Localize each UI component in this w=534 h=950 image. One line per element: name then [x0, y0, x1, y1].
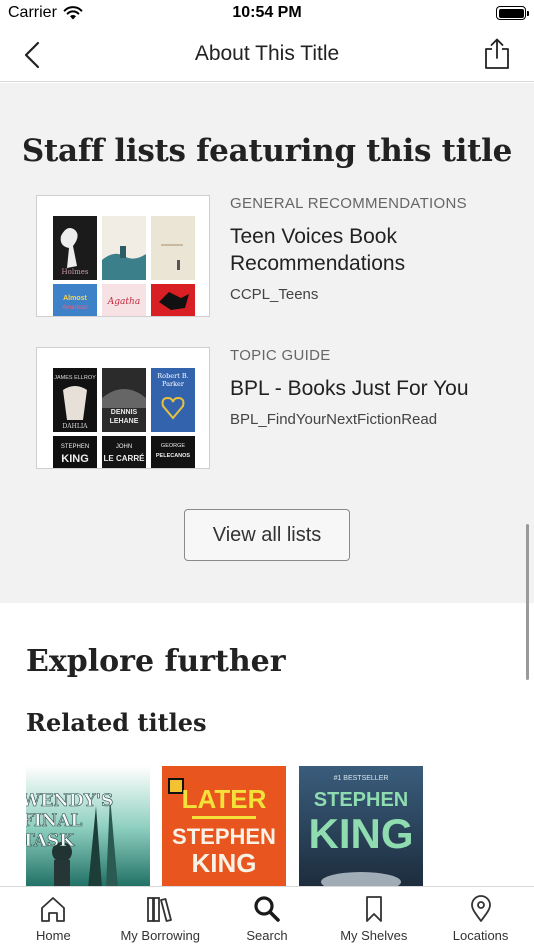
book-cover: Robert B. Parker	[151, 368, 195, 432]
svg-text:LATER: LATER	[182, 784, 267, 814]
tab-label: Locations	[452, 928, 509, 943]
book-cover: DENNIS LEHANE	[102, 368, 146, 432]
svg-text:American: American	[62, 305, 87, 311]
list-thumbnail-grid: Holmes Almost American Agatha	[36, 195, 210, 317]
home-icon	[41, 897, 66, 922]
svg-text:GWENDY'S: GWENDY'S	[26, 791, 113, 811]
book-cover: Holmes	[53, 216, 97, 280]
book-cover: Almost American	[53, 284, 97, 316]
book-cover	[151, 216, 195, 280]
related-title-cover[interactable]: LATER STEPHEN KING	[162, 766, 286, 888]
tab-my-shelves[interactable]: My Shelves	[320, 887, 427, 950]
navigation-bar: About This Title	[0, 28, 534, 82]
tab-label: Search	[246, 928, 288, 943]
svg-text:STEPHEN: STEPHEN	[314, 789, 408, 811]
svg-text:Almost: Almost	[63, 295, 87, 302]
svg-text:Robert B.: Robert B.	[157, 372, 188, 380]
svg-text:KING: KING	[61, 453, 89, 465]
staff-lists-heading: Staff lists featuring this title	[21, 133, 513, 169]
book-cover: GEORGE PELECANOS	[151, 436, 195, 468]
related-titles-heading: Related titles	[26, 708, 207, 737]
list-title[interactable]: Teen Voices Book Recommendations	[230, 223, 500, 277]
location-pin-icon	[470, 895, 491, 922]
list-thumbnail-grid: JAMES ELLROY DAHLIA DENNIS LEHANE Robert B…	[36, 347, 210, 469]
svg-text:JOHN: JOHN	[116, 444, 132, 450]
svg-text:FINAL: FINAL	[26, 811, 82, 831]
tab-bar: Home My Borrowing Search My Shelves Loca…	[0, 886, 534, 950]
svg-text:DAHLIA: DAHLIA	[62, 423, 88, 430]
svg-text:Holmes: Holmes	[62, 268, 89, 276]
book-cover: JAMES ELLROY DAHLIA	[53, 368, 97, 432]
related-title-cover[interactable]: #1 BESTSELLER STEPHEN KING	[299, 766, 423, 888]
svg-text:DENNIS: DENNIS	[111, 409, 138, 416]
svg-text:KING: KING	[309, 810, 414, 857]
books-icon	[147, 897, 173, 922]
book-cover: STEPHEN KING	[53, 436, 97, 468]
search-icon	[254, 896, 280, 922]
share-icon[interactable]	[482, 37, 512, 71]
staff-lists-section: Staff lists featuring this title Holmes …	[0, 83, 534, 603]
svg-text:TASK: TASK	[26, 831, 75, 851]
related-title-cover[interactable]: GWENDY'S FINAL TASK	[26, 766, 150, 888]
svg-text:GEORGE: GEORGE	[161, 443, 185, 449]
list-category: TOPIC GUIDE	[230, 347, 331, 364]
svg-text:LE CARRÉ: LE CARRÉ	[104, 454, 146, 463]
svg-text:#1 BESTSELLER: #1 BESTSELLER	[334, 775, 389, 782]
book-cover	[102, 216, 146, 280]
svg-text:LEHANE: LEHANE	[110, 418, 139, 425]
view-all-lists-button[interactable]: View all lists	[184, 509, 350, 561]
staff-list-card[interactable]: JAMES ELLROY DAHLIA DENNIS LEHANE Robert B…	[36, 347, 516, 469]
svg-text:JAMES ELLROY: JAMES ELLROY	[54, 375, 96, 381]
svg-text:KING: KING	[192, 848, 257, 878]
book-cover: JOHN LE CARRÉ	[102, 436, 146, 468]
svg-text:STEPHEN: STEPHEN	[61, 444, 89, 450]
scroll-indicator[interactable]	[526, 524, 529, 680]
svg-text:Agatha: Agatha	[107, 297, 140, 307]
tab-home[interactable]: Home	[0, 887, 107, 950]
list-owner: CCPL_Teens	[230, 286, 319, 303]
list-owner: BPL_FindYourNextFictionRead	[230, 411, 438, 428]
list-title[interactable]: BPL - Books Just For You	[230, 375, 500, 402]
bookmark-icon	[365, 896, 382, 922]
staff-list-card[interactable]: Holmes Almost American Agatha GENERAL REC…	[36, 195, 516, 317]
page-title: About This Title	[194, 42, 340, 65]
explore-heading: Explore further	[26, 644, 286, 679]
tab-label: My Borrowing	[120, 928, 200, 943]
tab-search[interactable]: Search	[214, 887, 321, 950]
book-cover: Agatha	[102, 284, 146, 316]
battery-icon	[496, 6, 529, 20]
svg-text:Parker: Parker	[162, 380, 185, 388]
tab-label: My Shelves	[340, 928, 408, 943]
book-cover	[151, 284, 195, 316]
svg-text:PELECANOS: PELECANOS	[156, 453, 191, 459]
status-time: 10:54 PM	[232, 4, 302, 21]
svg-text:STEPHEN: STEPHEN	[172, 824, 276, 849]
list-category: GENERAL RECOMMENDATIONS	[230, 195, 467, 212]
status-bar: Carrier 10:54 PM	[0, 0, 534, 28]
tab-locations[interactable]: Locations	[427, 887, 534, 950]
tab-label: Home	[36, 928, 71, 943]
tab-my-borrowing[interactable]: My Borrowing	[107, 887, 214, 950]
